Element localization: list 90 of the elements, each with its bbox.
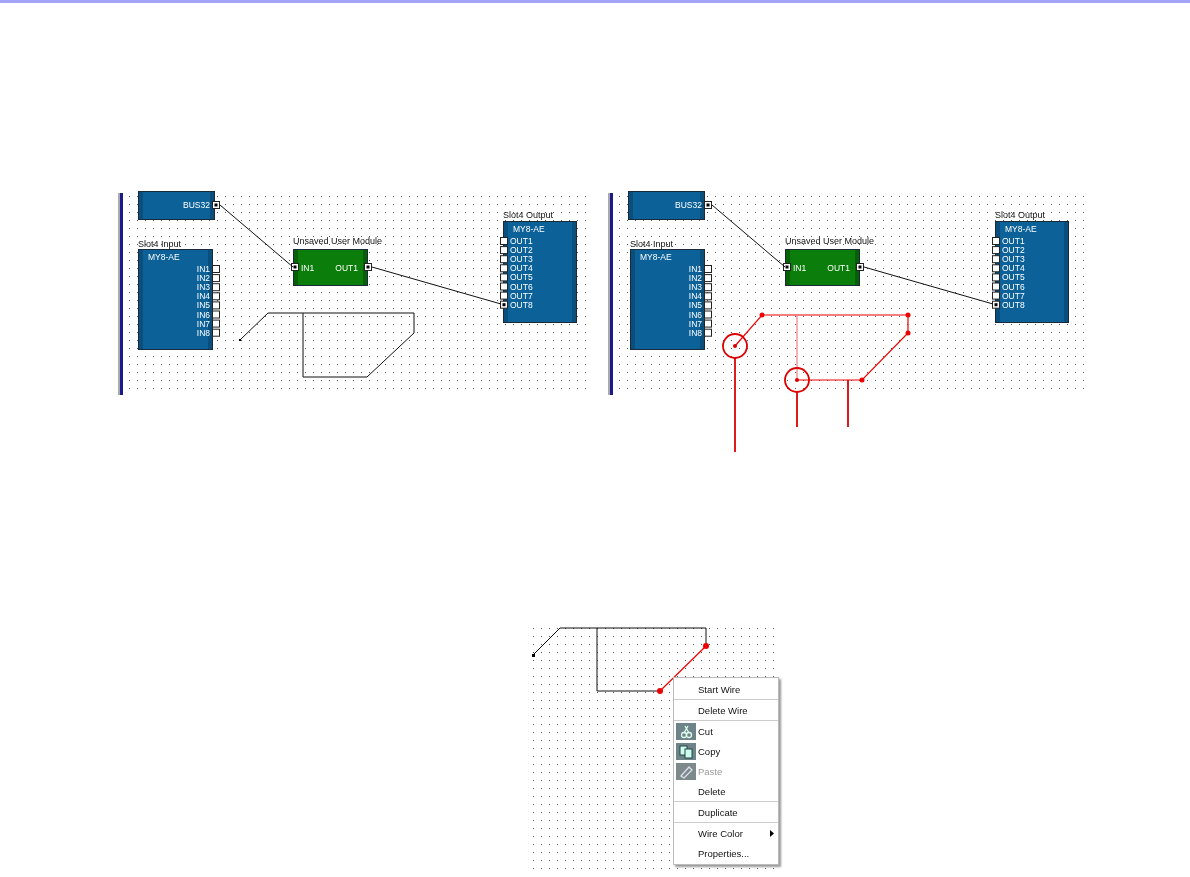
port-label: IN6: [688, 309, 702, 320]
module-title: Slot4 Input: [138, 239, 182, 249]
menu-item-label: Wire Color: [698, 827, 744, 839]
module-title: Unsaved User Module: [293, 236, 383, 246]
wire[interactable]: [219, 204, 294, 268]
menu-item[interactable]: Copy: [674, 741, 778, 761]
module-title: Slot4 Output: [503, 210, 554, 220]
callout-line: [847, 379, 849, 428]
port-label: OUT6: [510, 281, 533, 292]
menu-item-label: Delete: [698, 785, 727, 797]
wire[interactable]: [239, 312, 415, 378]
menu-item[interactable]: Cut: [674, 721, 778, 741]
menu-item-label: Delete Wire: [698, 704, 749, 716]
port-label: IN3: [196, 282, 210, 293]
port-label: IN6: [196, 309, 210, 320]
port-icon[interactable]: [212, 201, 220, 209]
port-label: OUT5: [1002, 272, 1025, 283]
submenu-arrow-icon: [770, 829, 774, 837]
model-label: MY8-AE: [1005, 224, 1037, 234]
port-icon[interactable]: [704, 201, 712, 209]
port-label: OUT1: [510, 236, 533, 246]
menu-item[interactable]: Wire Color: [674, 823, 778, 843]
module-block[interactable]: [785, 249, 860, 286]
port-label: IN1: [688, 264, 702, 274]
port-label: IN1: [301, 263, 315, 273]
port-label: OUT7: [510, 290, 533, 301]
port-label: OUT6: [1002, 281, 1025, 292]
port-label: IN1: [793, 263, 807, 273]
module-block[interactable]: [628, 191, 705, 220]
port-label: OUT7: [1002, 290, 1025, 301]
menu-item-label: Paste: [698, 765, 724, 777]
menu-item[interactable]: Duplicate: [674, 802, 778, 823]
wire[interactable]: [711, 204, 786, 268]
port-label: OUT3: [510, 254, 533, 265]
port-label: IN4: [196, 291, 210, 302]
menu-item-label: Start Wire: [698, 683, 742, 695]
callout-marker: [784, 367, 810, 428]
port-label: IN7: [196, 318, 210, 329]
port-label: IN5: [196, 300, 210, 311]
pages-icon: [676, 742, 696, 760]
port-label: BUS32: [183, 200, 210, 210]
menu-item-label: Properties...: [698, 847, 751, 859]
port-label: OUT3: [1002, 254, 1025, 265]
selected-wire[interactable]: [734, 312, 911, 383]
model-label: MY8-AE: [640, 252, 672, 262]
menu-item[interactable]: Properties...: [674, 843, 778, 863]
module-block[interactable]: [630, 249, 705, 350]
model-label: MY8-AE: [148, 252, 180, 262]
module-block[interactable]: [503, 221, 577, 323]
module-title: Slot4 Input: [630, 239, 674, 249]
module-block[interactable]: [293, 249, 368, 286]
menu-item-label: Copy: [698, 745, 722, 757]
menu-item-label: Duplicate: [698, 806, 739, 818]
port-label: OUT8: [510, 299, 533, 310]
port-label: OUT1: [827, 263, 850, 273]
port-label: IN1: [196, 264, 210, 274]
port-icon[interactable]: [783, 263, 791, 271]
port-label: OUT8: [1002, 299, 1025, 310]
port-label: OUT4: [510, 263, 533, 274]
port-label: IN2: [688, 273, 702, 284]
scissors-icon: [676, 722, 696, 740]
port-label: IN4: [688, 291, 702, 302]
menu-item[interactable]: Delete Wire: [674, 700, 778, 721]
module-title: Unsaved User Module: [785, 236, 875, 246]
module-block[interactable]: [995, 221, 1069, 323]
port-label: BUS32: [675, 200, 702, 210]
menu-item[interactable]: Start Wire: [674, 679, 778, 700]
port-label: OUT1: [335, 263, 358, 273]
port-label: OUT4: [1002, 263, 1025, 274]
menu-item-label: Cut: [698, 725, 714, 737]
port-icon[interactable]: [364, 263, 372, 271]
port-label: IN3: [688, 282, 702, 293]
port-icon[interactable]: [856, 263, 864, 271]
port-label: OUT2: [1002, 245, 1025, 256]
wire[interactable]: [371, 266, 502, 305]
port-label: IN5: [688, 300, 702, 311]
port-label: IN2: [196, 273, 210, 284]
port-label: IN8: [196, 327, 210, 338]
module-block[interactable]: [138, 191, 215, 220]
module-title: Slot4 Output: [995, 210, 1046, 220]
port-label: IN7: [688, 318, 702, 329]
port-label: OUT5: [510, 272, 533, 283]
wire[interactable]: [863, 266, 994, 305]
port-label: IN8: [688, 327, 702, 338]
port-label: OUT1: [1002, 236, 1025, 246]
model-label: MY8-AE: [513, 224, 545, 234]
port-label: OUT2: [510, 245, 533, 256]
module-block[interactable]: [138, 249, 213, 350]
menu-item[interactable]: Delete: [674, 781, 778, 802]
port-icon[interactable]: [291, 263, 299, 271]
